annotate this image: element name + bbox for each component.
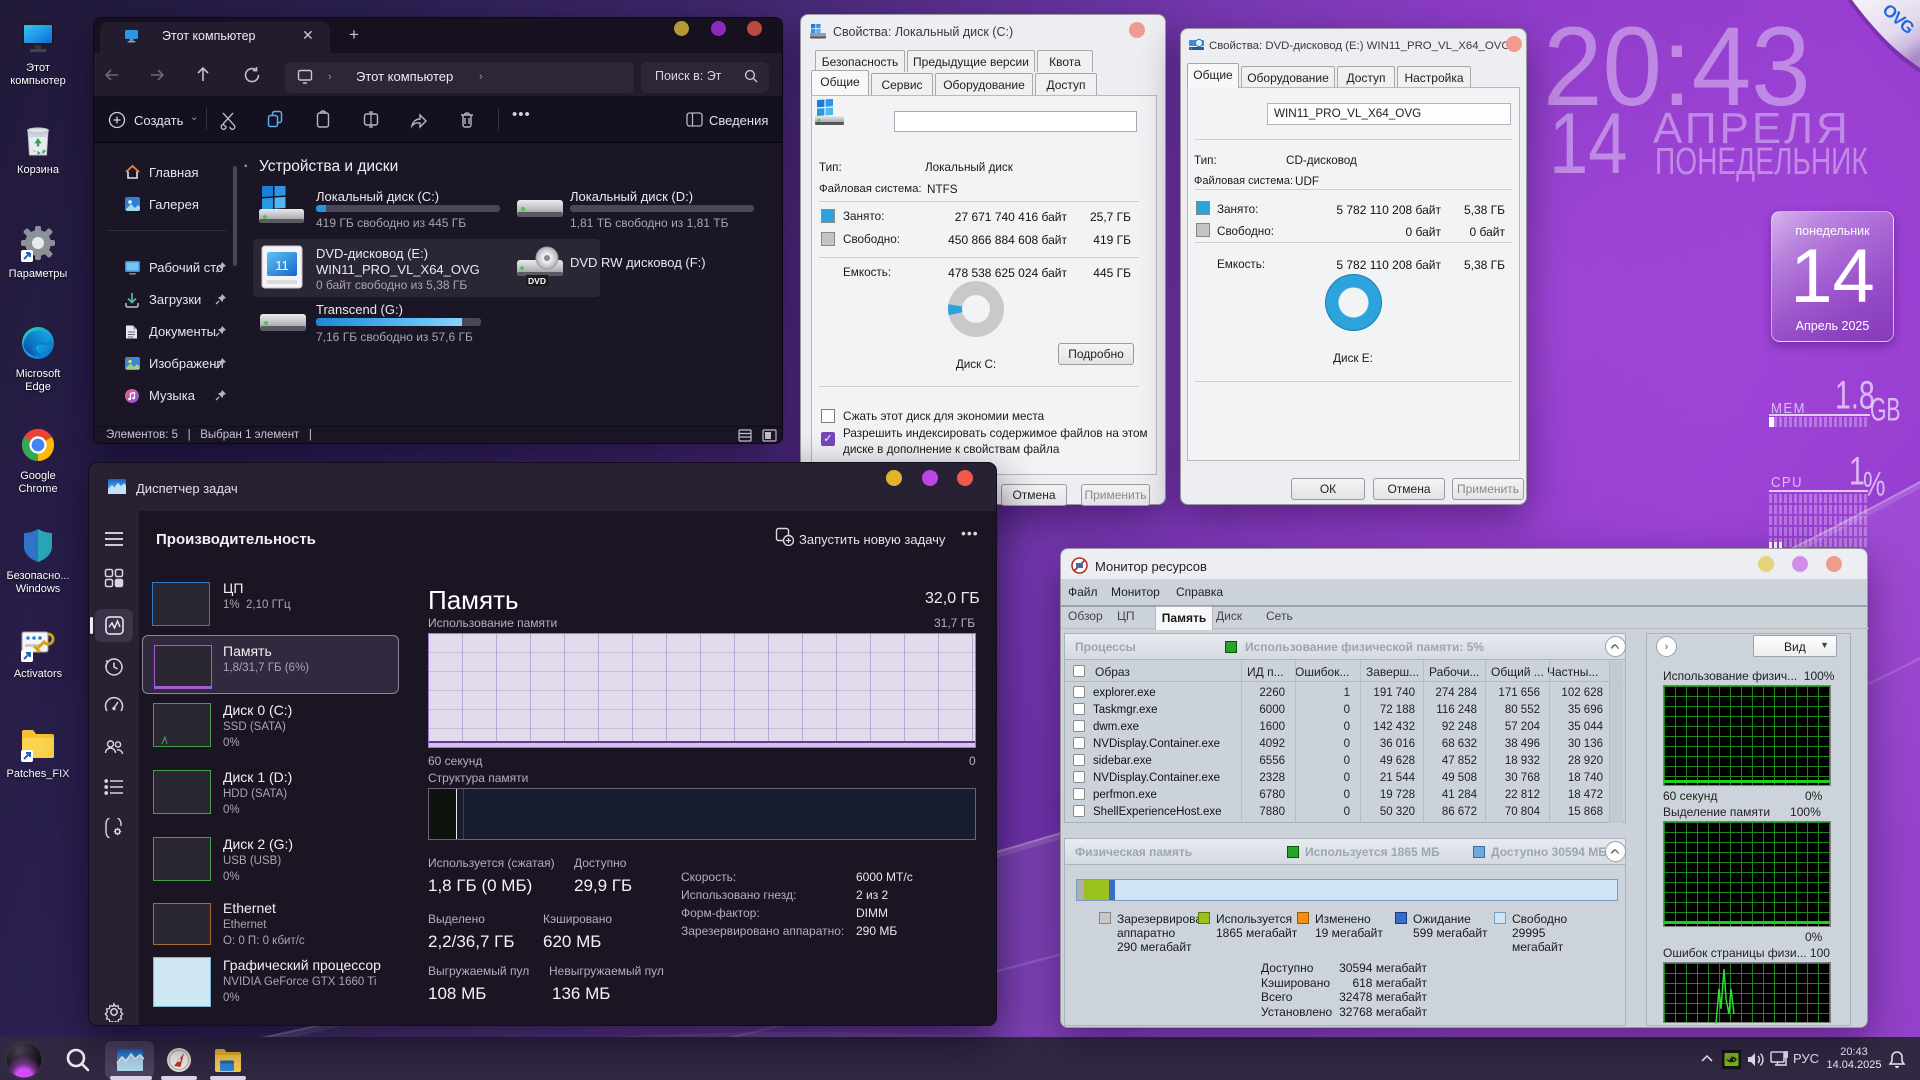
svg-text:11: 11 [275,258,289,273]
svg-text:DVD: DVD [528,276,546,286]
